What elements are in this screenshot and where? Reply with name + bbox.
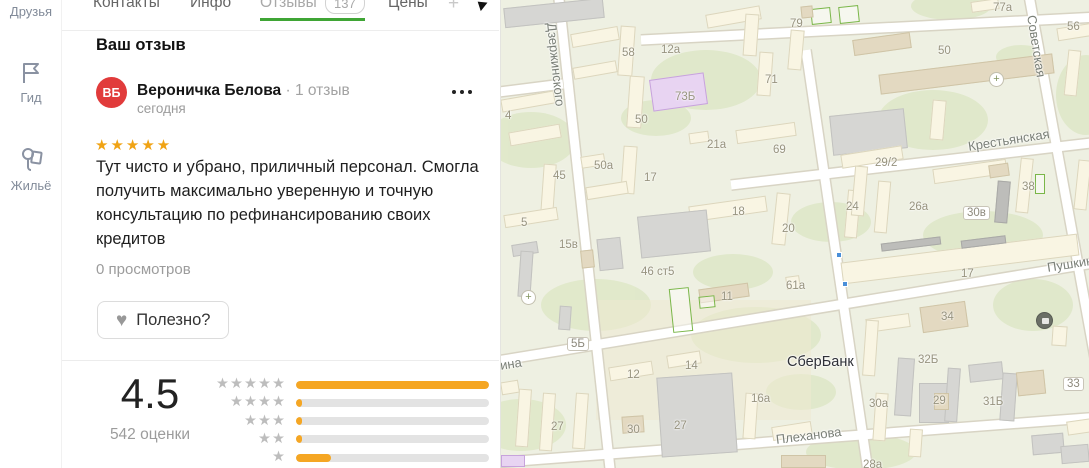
heart-icon: ♥ <box>116 309 128 331</box>
medical-cross-icon[interactable]: + <box>521 290 536 305</box>
house-number: 77а <box>993 2 1013 14</box>
rating-histogram: ★★★★★ ★★★★ ★★★ ★★ ★ <box>202 377 492 464</box>
poi-label-sberbank[interactable]: СберБанк <box>787 354 854 370</box>
house-number: 30 <box>627 424 640 436</box>
mouse-cursor-icon <box>477 0 490 12</box>
house-number: 5Б <box>567 337 589 351</box>
house-number: 18 <box>732 206 745 218</box>
house-number: 15в <box>559 239 578 251</box>
route-point-icon <box>836 252 842 258</box>
house-number: 21а <box>707 139 727 151</box>
useful-button-label: Полезно? <box>136 310 211 329</box>
review-date: сегодня <box>137 101 186 116</box>
histogram-row: ★★★ <box>202 413 492 428</box>
histogram-row: ★ <box>202 450 492 464</box>
house-number: 29/2 <box>875 157 898 169</box>
sidebar-item-guide-label: Гид <box>20 90 42 105</box>
medical-cross-icon[interactable]: + <box>989 72 1004 87</box>
house-number: 69 <box>773 144 786 156</box>
house-number: 30в <box>963 206 990 220</box>
map-labels: СберБанк + + 58 12а 73Б 50 4 71 79 21а 69 77а 56 50… <box>501 0 1089 468</box>
street-label: Дзержинского <box>544 22 568 108</box>
house-number: 38 <box>1022 181 1035 193</box>
avatar[interactable]: ВБ <box>96 77 127 108</box>
tab-info[interactable]: Инфо <box>190 0 231 12</box>
house-number: 56 <box>1067 21 1080 33</box>
house-number: 11 <box>721 291 733 303</box>
sidebar-item-guide[interactable]: Гид <box>0 60 62 105</box>
house-number: 32Б <box>918 354 939 366</box>
section-divider <box>62 360 499 361</box>
plus-icon[interactable]: + <box>448 0 459 15</box>
app-window: Друзья Гид Жильё Контакты Инфо Отзывы 13… <box>0 0 1089 468</box>
author-review-count: 1 отзыв <box>294 82 350 99</box>
histogram-row: ★★ <box>202 432 492 446</box>
rating-count: 542 оценки <box>109 426 191 443</box>
reviews-count-badge: 137 <box>325 0 365 14</box>
sidebar-item-friends[interactable]: Друзья <box>0 4 62 19</box>
sidebar-item-housing[interactable]: Жильё <box>0 144 62 193</box>
house-number: 5 <box>521 217 528 229</box>
key-icon <box>0 144 62 174</box>
tab-prices[interactable]: Цены <box>388 0 428 12</box>
house-number: 61а <box>786 280 806 292</box>
house-number: 24 <box>846 201 859 213</box>
your-review-title: Ваш отзыв <box>96 36 186 54</box>
map-canvas[interactable]: СберБанк + + 58 12а 73Б 50 4 71 79 21а 69 77а 56 50… <box>500 0 1089 468</box>
house-number: 58 <box>622 47 635 59</box>
review-stars: ★★★★★ <box>95 137 173 154</box>
house-number: 28а <box>863 459 883 468</box>
house-number: 50 <box>635 114 648 126</box>
sidebar-item-housing-label: Жильё <box>10 178 52 193</box>
house-number: 73Б <box>675 91 696 103</box>
house-number: 45 <box>553 170 566 182</box>
house-number: 16а <box>751 393 771 405</box>
house-number: 30а <box>869 398 889 410</box>
active-tab-underline <box>260 18 365 21</box>
left-sidebar: Друзья Гид Жильё <box>0 0 62 468</box>
house-number: 79 <box>790 18 803 30</box>
place-card-panel: Контакты Инфо Отзывы 137 Цены + Ваш отзы… <box>62 0 499 468</box>
histogram-row: ★★★★ <box>202 395 492 410</box>
author-name[interactable]: Вероничка Белова <box>137 82 281 99</box>
street-label: Крестьянская <box>967 126 1051 154</box>
house-number: 17 <box>644 172 657 184</box>
histogram-row: ★★★★★ <box>202 377 492 391</box>
house-number: 12а <box>661 44 681 56</box>
house-number: 31Б <box>983 396 1004 408</box>
author-line: Вероничка Белова · 1 отзыв <box>137 82 350 99</box>
tab-bar: Контакты Инфо Отзывы 137 Цены + <box>62 0 499 31</box>
tab-reviews[interactable]: Отзывы <box>260 0 317 12</box>
house-number: 20 <box>782 223 795 235</box>
house-number: 29 <box>933 395 946 407</box>
house-number: 34 <box>941 311 954 323</box>
house-number: 17 <box>961 268 974 280</box>
house-number: 26а <box>909 201 929 213</box>
house-number: 12 <box>627 369 640 381</box>
house-number: 50 <box>938 45 951 57</box>
review-text: Тут чисто и убрано, приличный персонал. … <box>96 158 479 248</box>
rating-score: 4.5 <box>120 370 180 417</box>
street-label: Советская <box>1024 14 1049 79</box>
sidebar-item-friends-label: Друзья <box>9 4 53 19</box>
flag-icon <box>0 60 62 86</box>
house-number: 71 <box>765 74 778 86</box>
house-number: 14 <box>685 360 698 372</box>
route-point-icon <box>842 281 848 287</box>
views-count: 0 просмотров <box>96 261 191 278</box>
more-options-button[interactable] <box>452 90 472 94</box>
useful-button[interactable]: ♥ Полезно? <box>97 301 230 339</box>
house-number: 4 <box>505 110 512 122</box>
house-number: 46 ст5 <box>641 266 675 278</box>
street-label: Плеханова <box>775 423 843 447</box>
house-number: 27 <box>551 421 564 433</box>
house-number: 33 <box>1063 377 1084 391</box>
house-number: 50а <box>594 160 614 172</box>
street-label: ина <box>500 354 523 373</box>
house-number: 27 <box>674 420 687 432</box>
tab-contacts[interactable]: Контакты <box>93 0 160 12</box>
street-label: Пушкина <box>1046 251 1089 275</box>
shop-icon[interactable] <box>1036 312 1053 329</box>
